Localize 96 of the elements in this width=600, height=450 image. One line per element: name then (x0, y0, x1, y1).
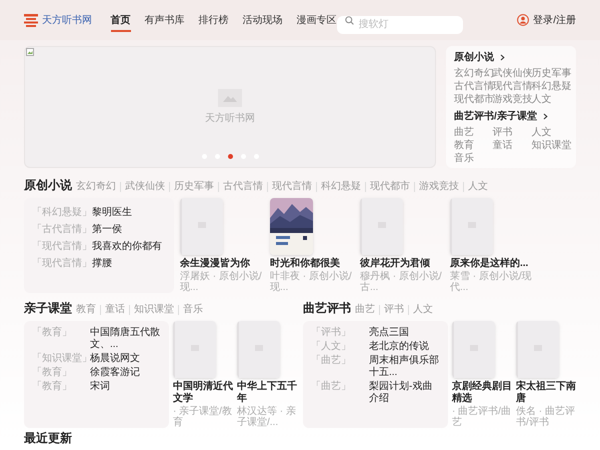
category-label: 「知识课堂」 (32, 353, 88, 365)
cover-placeholder[interactable] (516, 321, 559, 378)
category-link[interactable]: 曲艺 (355, 305, 379, 315)
book-title[interactable]: 宋太祖三下南唐 (516, 381, 576, 405)
image-icon (218, 88, 242, 106)
category-link[interactable]: 游戏竞技 (492, 93, 530, 106)
group-title[interactable]: 原创小说 (454, 50, 494, 65)
nav-tab[interactable]: 活动现场 (242, 12, 283, 32)
cover-placeholder[interactable] (237, 321, 280, 378)
group-title[interactable]: 曲艺评书/亲子课堂 (454, 109, 537, 124)
book-subtitle: 林汉达等 · 亲子课堂/... (237, 406, 297, 428)
category-link[interactable]: 科幻悬疑 (316, 182, 365, 192)
banner-placeholder[interactable]: 天方听书网 (24, 46, 436, 168)
chevron-right-icon[interactable] (500, 54, 505, 61)
logo-icon (24, 13, 38, 27)
book-title[interactable]: 中国明清近代文学 (173, 381, 233, 405)
category-link[interactable]: 游戏竞技 (414, 182, 463, 192)
section-title: 最近更新 (24, 431, 72, 445)
section-title: 曲艺评书 (303, 300, 351, 317)
category-label: 「教育」 (32, 381, 73, 393)
cover-placeholder[interactable] (180, 198, 223, 255)
nav-tab[interactable]: 排行榜 (198, 12, 229, 32)
category-label: 「古代言情」 (32, 224, 90, 236)
category-label: 「人文」 (311, 341, 352, 353)
category-link[interactable]: 人文 (408, 305, 437, 315)
category-link[interactable]: 评书 (379, 305, 408, 315)
book-title[interactable]: 时光和你都很美 (270, 258, 354, 270)
category-link[interactable]: 玄幻奇幻 (76, 182, 120, 192)
nav-tab[interactable]: 有声书库 (144, 12, 185, 32)
book-link[interactable]: 第一侯 (92, 224, 122, 236)
book-title[interactable]: 余生漫漫皆为你 (180, 258, 264, 270)
book-link[interactable]: 亮点三国 (369, 327, 409, 339)
category-link[interactable]: 音乐 (454, 152, 491, 165)
category-link[interactable]: 现代言情 (267, 182, 316, 192)
book-link[interactable]: 周末相声俱乐部十五... (369, 355, 440, 379)
book-title[interactable]: 中华上下五千年 (237, 381, 297, 405)
category-link[interactable]: 音乐 (178, 305, 207, 315)
book-link[interactable]: 老北京的传说 (369, 341, 429, 353)
category-link[interactable]: 知识课堂 (129, 305, 178, 315)
category-label: 「教育」 (32, 367, 73, 379)
cover-placeholder[interactable] (360, 198, 403, 255)
category-link[interactable]: 古代言情 (454, 80, 491, 93)
book-link[interactable]: 我喜欢的你都有 (92, 241, 162, 253)
category-link[interactable]: 历史军事 (169, 182, 218, 192)
broken-image-icon (26, 48, 34, 56)
login-link[interactable]: 登录/注册 (533, 12, 576, 28)
category-link[interactable]: 玄幻奇幻 (454, 67, 491, 80)
section-title: 亲子课堂 (24, 300, 72, 317)
book-title[interactable]: 京剧经典剧目精选 (452, 381, 512, 405)
category-link[interactable]: 人文 (531, 93, 568, 106)
search-field[interactable]: 搜软灯 (336, 16, 464, 34)
category-link[interactable]: 童话 (492, 139, 530, 152)
book-link[interactable]: 黎明医生 (92, 207, 132, 219)
nav-tab[interactable]: 首页 (110, 12, 131, 32)
cover-placeholder[interactable] (173, 321, 216, 378)
category-link[interactable]: 古代言情 (218, 182, 267, 192)
category-link[interactable]: 教育 (454, 139, 491, 152)
book-subtitle: 浮屠妖 · 原创小说/现... (180, 271, 263, 293)
book-link[interactable]: 宋词 (90, 381, 110, 393)
category-link[interactable]: 教育 (76, 305, 100, 315)
book-link[interactable]: 中国隋唐五代散文、... (90, 327, 161, 351)
book-subtitle: · 曲艺评书/曲艺 (452, 406, 512, 428)
book-title[interactable]: 原来你是这样的... (450, 258, 534, 270)
book-subtitle: 穆丹枫 · 原创小说/古... (360, 271, 443, 293)
category-link[interactable]: 评书 (492, 126, 530, 139)
category-label: 「现代言情」 (32, 258, 90, 270)
book-link[interactable]: 徐霞客游记 (90, 367, 140, 379)
book-subtitle: 佚名 · 曲艺评书/评书 (516, 406, 576, 428)
book-link[interactable]: 杨晨说网文 (90, 353, 140, 365)
category-label: 「评书」 (311, 327, 352, 339)
category-label: 「科幻悬疑」 (32, 207, 90, 219)
section-title: 原创小说 (24, 177, 72, 194)
book-link[interactable]: 梨园计划-戏曲介绍 (369, 381, 440, 405)
category-link[interactable]: 人文 (531, 126, 568, 139)
nav-tab[interactable]: 漫画专区 (296, 12, 337, 32)
cover-placeholder[interactable] (452, 321, 495, 378)
category-link[interactable]: 童话 (100, 305, 129, 315)
book-link[interactable]: 撑腰 (92, 258, 112, 270)
placeholder-text: 天方听书网 (205, 112, 255, 126)
cover-placeholder[interactable] (450, 198, 493, 255)
logo-text: 天方听书网 (42, 14, 92, 28)
category-link[interactable]: 曲艺 (454, 126, 491, 139)
category-link[interactable]: 现代都市 (365, 182, 414, 192)
category-label: 「现代言情」 (32, 241, 90, 253)
category-label: 「曲艺」 (311, 381, 352, 393)
book-subtitle: · 亲子课堂/教育 (173, 406, 233, 428)
category-link[interactable]: 武侠仙侠 (120, 182, 169, 192)
chevron-right-icon[interactable] (542, 113, 548, 120)
search-icon (344, 16, 354, 24)
category-label: 「教育」 (32, 327, 73, 339)
book-title[interactable]: 彼岸花开为君倾 (360, 258, 444, 270)
book-subtitle: 叶非夜 · 原创小说/现... (270, 271, 353, 293)
user-icon[interactable] (517, 14, 530, 26)
category-label: 「曲艺」 (311, 355, 352, 367)
category-link[interactable]: 人文 (463, 182, 492, 192)
book-subtitle: 莱雪 · 原创小说/现代... (450, 271, 533, 293)
